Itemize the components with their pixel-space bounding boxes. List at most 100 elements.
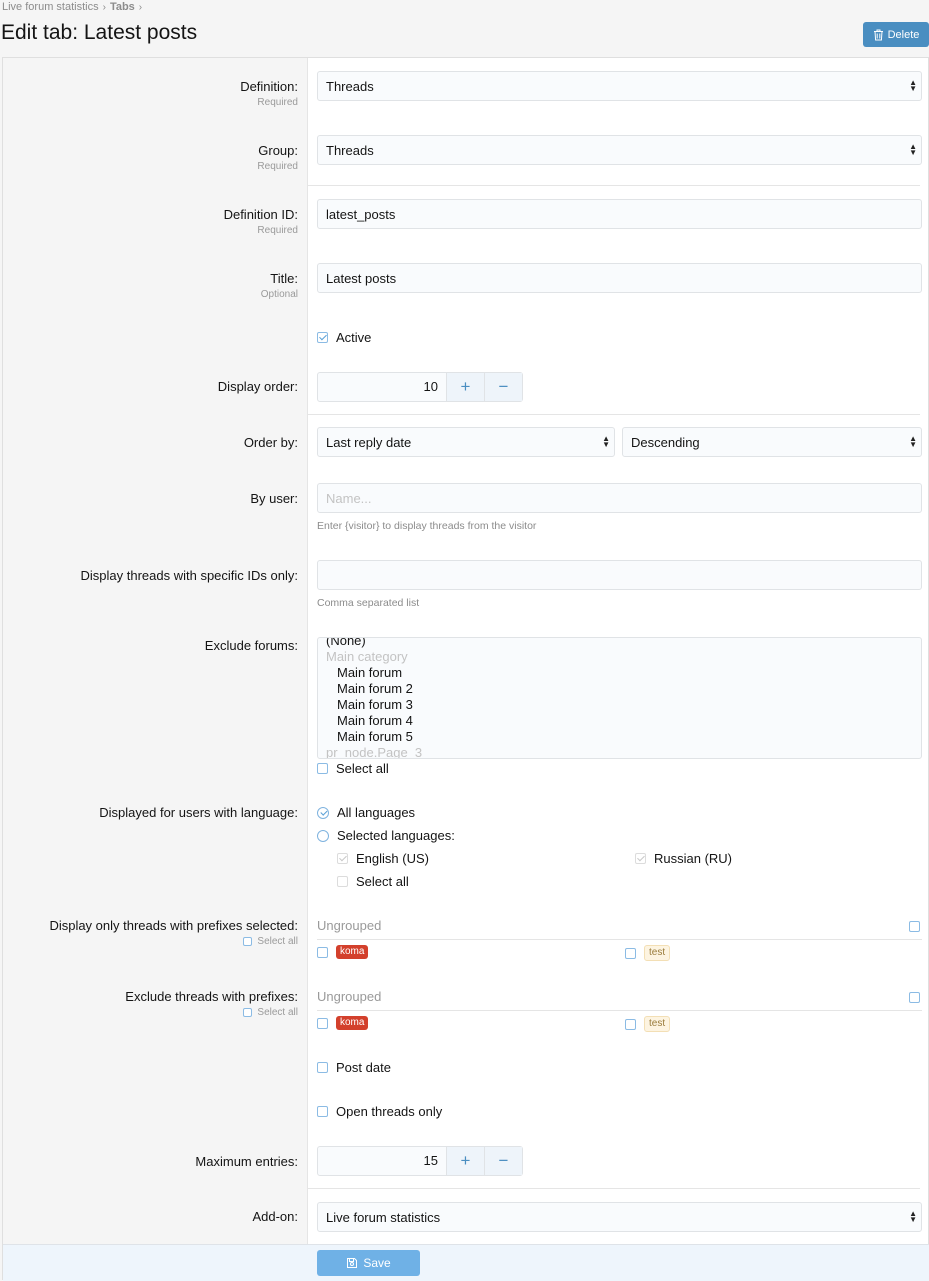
selected-languages-radio[interactable]: Selected languages:: [317, 828, 455, 843]
forum-option[interactable]: Main forum 3: [337, 697, 413, 713]
form-footer: Save: [3, 1244, 929, 1281]
active-checkbox[interactable]: Active: [317, 330, 371, 345]
exclude-forums-listbox[interactable]: (None) Main category Main forum Main for…: [317, 637, 922, 759]
definition-id-hint: Required: [257, 225, 298, 236]
languages-label-block: Displayed for users with language:: [99, 805, 298, 820]
display-order-label: Display order:: [217, 379, 298, 394]
select-all-label: Select all: [356, 874, 409, 889]
order-direction-select[interactable]: Descending ▲ ▼: [622, 427, 922, 457]
by-user-label: By user:: [250, 491, 298, 506]
radio-icon[interactable]: [317, 829, 329, 842]
language-english-checkbox[interactable]: English (US): [337, 851, 429, 866]
by-user-label-block: By user:: [250, 491, 298, 506]
select-all-label: Select all: [257, 936, 298, 947]
select-arrows-icon: ▲ ▼: [602, 434, 610, 449]
divider: [308, 1188, 920, 1189]
checkbox-icon[interactable]: [317, 1106, 328, 1117]
order-by-select[interactable]: Last reply date ▲ ▼: [317, 427, 615, 457]
languages-label: Displayed for users with language:: [99, 805, 298, 820]
exclude-prefix-test-checkbox[interactable]: test: [625, 1016, 671, 1032]
save-button[interactable]: Save: [317, 1250, 420, 1276]
all-languages-radio[interactable]: All languages: [317, 805, 415, 820]
breadcrumb-item-live-forum-statistics[interactable]: Live forum statistics: [2, 1, 99, 13]
checkbox-icon[interactable]: [317, 1017, 328, 1029]
edit-tab-form: Definition: Required Threads ▲ ▼ Group: R…: [2, 57, 929, 1281]
max-entries-label: Maximum entries:: [195, 1154, 298, 1169]
exclude-prefix-koma-checkbox[interactable]: koma: [317, 1016, 369, 1030]
exclude-forums-label-block: Exclude forums:: [205, 638, 298, 653]
forum-group-option: Main category: [326, 649, 408, 664]
checkbox-checked-icon[interactable]: [317, 332, 328, 343]
specific-ids-label-block: Display threads with specific IDs only:: [81, 568, 298, 583]
order-by-label: Order by:: [243, 435, 298, 450]
group-select[interactable]: Threads ▲ ▼: [317, 135, 922, 165]
by-user-input[interactable]: Name...: [317, 483, 922, 513]
checkbox-checked-icon[interactable]: [635, 853, 646, 864]
select-all-label: Select all: [257, 1007, 298, 1018]
prefix-tag-test: test: [644, 945, 671, 961]
group-checkbox-icon[interactable]: [909, 992, 920, 1003]
delete-button[interactable]: Delete: [863, 22, 929, 47]
increment-button[interactable]: +: [446, 1147, 484, 1175]
definition-value: Threads: [326, 78, 374, 94]
checkbox-icon[interactable]: [317, 946, 328, 958]
forum-option[interactable]: (None): [326, 638, 366, 649]
definition-id-input[interactable]: latest_posts: [317, 199, 922, 229]
english-label: English (US): [356, 851, 429, 866]
display-order-value[interactable]: 10: [318, 373, 446, 401]
checkbox-icon[interactable]: [243, 1007, 253, 1017]
group-label-block: Group: Required: [257, 143, 298, 172]
prefixes-exclude-label: Exclude threads with prefixes:: [125, 989, 298, 1004]
prefix-koma-checkbox[interactable]: koma: [317, 945, 369, 959]
order-by-value: Last reply date: [326, 434, 412, 450]
addon-select[interactable]: Live forum statistics ▲ ▼: [317, 1202, 922, 1232]
definition-select[interactable]: Threads ▲ ▼: [317, 71, 922, 101]
select-all-label: Select all: [336, 761, 389, 776]
max-entries-value[interactable]: 15: [318, 1147, 446, 1175]
open-threads-only-checkbox[interactable]: Open threads only: [317, 1104, 442, 1119]
definition-label-block: Definition: Required: [240, 79, 298, 108]
increment-button[interactable]: +: [446, 373, 484, 401]
checkbox-icon[interactable]: [337, 876, 348, 887]
post-date-checkbox[interactable]: Post date: [317, 1060, 391, 1075]
trash-icon: [873, 29, 883, 40]
group-checkbox-icon[interactable]: [909, 921, 920, 932]
exclude-forums-select-all[interactable]: Select all: [317, 761, 389, 776]
prefix-group-header: Ungrouped: [317, 986, 922, 1011]
breadcrumb-item-tabs[interactable]: Tabs: [110, 1, 135, 13]
max-entries-stepper[interactable]: 15 + −: [317, 1146, 523, 1176]
decrement-button[interactable]: −: [484, 1147, 522, 1175]
forum-option[interactable]: Main forum 5: [337, 729, 413, 745]
forum-option[interactable]: Main forum 2: [337, 681, 413, 697]
decrement-button[interactable]: −: [484, 373, 522, 401]
checkbox-icon[interactable]: [625, 1018, 636, 1030]
post-date-label: Post date: [336, 1060, 391, 1075]
forum-option[interactable]: Main forum: [337, 665, 402, 681]
checkbox-icon[interactable]: [243, 936, 253, 946]
forum-group-option: pr_node.Page_3: [326, 745, 423, 759]
radio-checked-icon[interactable]: [317, 806, 329, 819]
title-input[interactable]: Latest posts: [317, 263, 922, 293]
prefixes-only-select-all[interactable]: Select all: [49, 936, 298, 947]
delete-label: Delete: [887, 28, 920, 41]
prefix-group-header: Ungrouped: [317, 915, 922, 940]
group-value: Threads: [326, 142, 374, 158]
title-hint: Optional: [260, 289, 298, 300]
max-entries-label-block: Maximum entries:: [195, 1154, 298, 1169]
checkbox-icon[interactable]: [317, 1062, 328, 1073]
open-threads-only-label: Open threads only: [336, 1104, 443, 1119]
prefixes-exclude-select-all[interactable]: Select all: [125, 1007, 298, 1018]
prefix-tag-test: test: [644, 1016, 671, 1032]
divider: [308, 185, 920, 186]
active-label: Active: [336, 330, 372, 345]
display-order-stepper[interactable]: 10 + −: [317, 372, 523, 402]
checkbox-icon[interactable]: [625, 947, 636, 959]
prefix-test-checkbox[interactable]: test: [625, 945, 671, 961]
checkbox-icon[interactable]: [317, 763, 328, 774]
chevron-right-icon: ›: [102, 2, 106, 13]
forum-option[interactable]: Main forum 4: [337, 713, 413, 729]
language-russian-checkbox[interactable]: Russian (RU): [635, 851, 732, 866]
specific-ids-input[interactable]: [317, 560, 922, 590]
checkbox-checked-icon[interactable]: [337, 853, 348, 864]
languages-select-all[interactable]: Select all: [337, 874, 409, 889]
